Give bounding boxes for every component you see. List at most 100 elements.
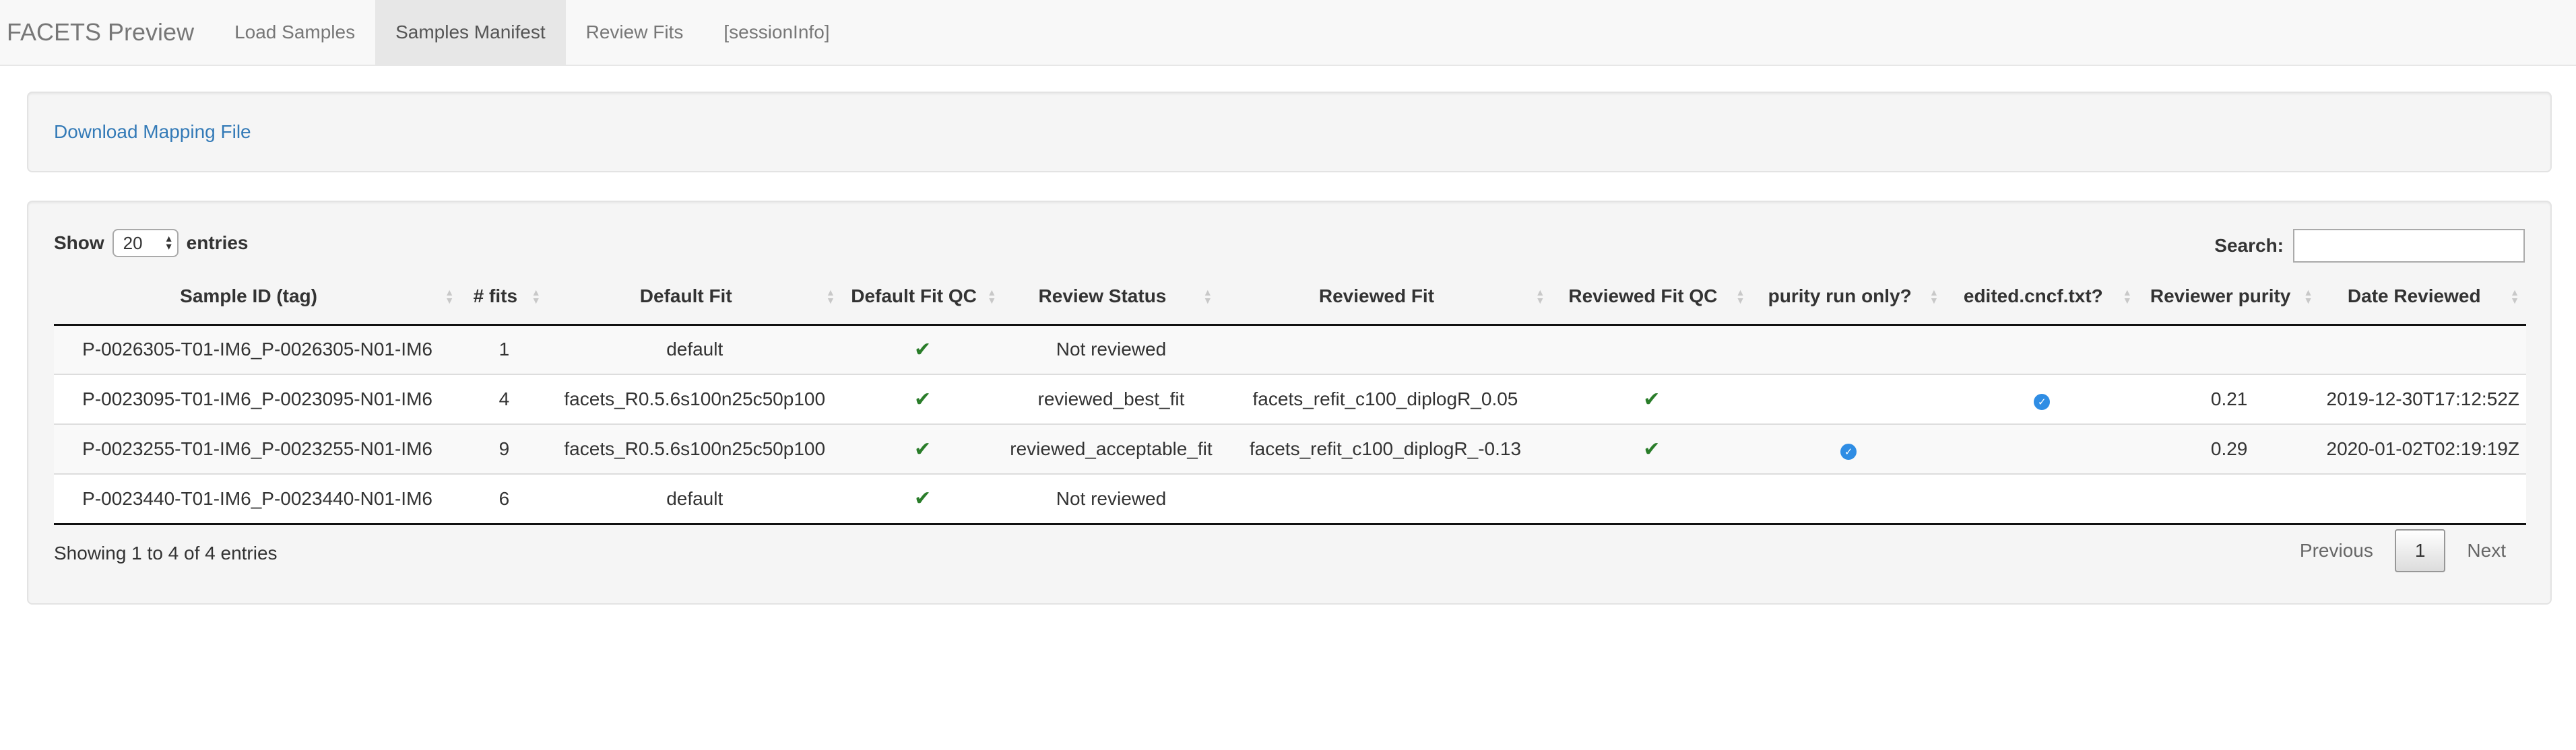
cell-sample-id: P-0026305-T01-IM6_P-0026305-N01-IM6 bbox=[82, 339, 432, 360]
cell-date-reviewed: 2019-12-30T17:12:52Z bbox=[2319, 374, 2526, 424]
entries-label: entries bbox=[186, 232, 249, 253]
blue-circle-check-icon: ✓ bbox=[1840, 444, 1857, 460]
sort-arrows-icon: ▲ ▼ bbox=[445, 287, 455, 306]
table-row[interactable]: P-0023255-T01-IM6_P-0023255-N01-IM6 9 face… bbox=[54, 423, 2526, 474]
cell-default-fit: default bbox=[666, 339, 723, 360]
sort-arrows-icon: ▲ ▼ bbox=[2303, 287, 2313, 306]
column-header-reviewed-fit[interactable]: Reviewed Fit ▲ ▼ bbox=[1219, 269, 1552, 326]
select-arrows-icon: ▴ ▾ bbox=[166, 233, 172, 252]
column-header-review-status[interactable]: Review Status ▲ ▼ bbox=[1003, 269, 1219, 326]
cell-reviewed-fit-qc: ✔ bbox=[1551, 374, 1752, 424]
column-header-date-reviewed[interactable]: Date Reviewed ▲ ▼ bbox=[2319, 269, 2526, 326]
pagination: Previous 1 Next bbox=[2281, 529, 2525, 572]
cell-num-fits: 6 bbox=[461, 473, 548, 525]
cell-edited-cncf bbox=[1945, 473, 2139, 525]
column-header-reviewer-purity[interactable]: Reviewer purity ▲ ▼ bbox=[2138, 269, 2320, 326]
cell-reviewer-purity: 0.21 bbox=[2138, 374, 2320, 424]
table-row[interactable]: P-0023095-T01-IM6_P-0023095-N01-IM6 4 face… bbox=[54, 374, 2526, 424]
cell-date-reviewed: 2020-01-02T02:19:19Z bbox=[2319, 423, 2526, 474]
cell-num-fits: 1 bbox=[498, 339, 510, 360]
blue-circle-check-icon: ✓ bbox=[2034, 394, 2051, 410]
show-label: Show bbox=[54, 232, 104, 253]
cell-reviewer-purity bbox=[2138, 473, 2320, 525]
manifest-table-panel: Show 20 ▴ ▾ entries Search: Sample ID (ta… bbox=[27, 201, 2552, 605]
column-header-reviewed-fit-qc[interactable]: Reviewed Fit QC ▲ ▼ bbox=[1551, 269, 1752, 326]
cell-reviewer-purity: 0.29 bbox=[2138, 423, 2320, 474]
cell-reviewed-fit bbox=[1219, 325, 1552, 374]
cell-num-fits: 9 bbox=[461, 423, 548, 474]
column-header-sample-id[interactable]: Sample ID (tag) ▲ ▼ bbox=[54, 269, 461, 326]
download-mapping-file-link[interactable]: Download Mapping File bbox=[54, 121, 251, 143]
cell-num-fits: 4 bbox=[461, 374, 548, 424]
sort-arrows-icon: ▲ ▼ bbox=[1535, 287, 1545, 306]
cell-review-status: Not reviewed bbox=[1056, 339, 1167, 360]
tab-samples-manifest[interactable]: Samples Manifest bbox=[375, 0, 566, 65]
cell-review-status: reviewed_acceptable_fit bbox=[1003, 423, 1219, 474]
cell-sample-id: P-0023095-T01-IM6_P-0023095-N01-IM6 bbox=[54, 374, 461, 424]
cell-edited-cncf bbox=[1945, 423, 2139, 474]
cell-review-status: reviewed_best_fit bbox=[1003, 374, 1219, 424]
show-entries-control: Show 20 ▴ ▾ entries bbox=[54, 229, 249, 257]
cell-default-fit-qc: ✔ bbox=[842, 325, 1003, 374]
cell-purity-run-only: ✓ bbox=[1751, 423, 1945, 474]
samples-manifest-table: Sample ID (tag) ▲ ▼ # fits ▲ ▼ Default Fit ▲ ▼… bbox=[54, 269, 2526, 525]
tab-review-fits[interactable]: Review Fits bbox=[566, 0, 704, 65]
column-header-num-fits[interactable]: # fits ▲ ▼ bbox=[461, 269, 548, 326]
download-panel: Download Mapping File bbox=[27, 92, 2552, 172]
column-header-default-fit[interactable]: Default Fit ▲ ▼ bbox=[547, 269, 842, 326]
previous-page-button[interactable]: Previous bbox=[2281, 531, 2392, 571]
column-header-purity-run-only[interactable]: purity run only? ▲ ▼ bbox=[1751, 269, 1945, 326]
entries-length-value: 20 bbox=[123, 232, 143, 253]
check-icon: ✔ bbox=[913, 388, 932, 411]
sort-arrows-icon: ▲ ▼ bbox=[531, 287, 541, 306]
table-row[interactable]: P-0026305-T01-IM6_P-0026305-N01-IM6 1 defa… bbox=[54, 325, 2526, 374]
sort-arrows-icon: ▲ ▼ bbox=[1735, 287, 1745, 306]
table-row[interactable]: P-0023440-T01-IM6_P-0023440-N01-IM6 6 defa… bbox=[54, 473, 2526, 525]
cell-reviewer-purity bbox=[2139, 325, 2320, 374]
cell-edited-cncf bbox=[1945, 325, 2139, 374]
table-info: Showing 1 to 4 of 4 entries bbox=[54, 543, 278, 564]
cell-review-status: Not reviewed bbox=[1003, 473, 1219, 525]
sort-arrows-icon: ▲ ▼ bbox=[2122, 287, 2132, 306]
app-brand[interactable]: FACETS Preview bbox=[0, 0, 214, 65]
cell-default-fit-qc: ✔ bbox=[841, 473, 1004, 525]
cell-reviewed-fit-qc bbox=[1551, 325, 1751, 374]
cell-sample-id: P-0023255-T01-IM6_P-0023255-N01-IM6 bbox=[54, 423, 461, 474]
cell-reviewed-fit-qc: ✔ bbox=[1551, 423, 1752, 474]
cell-reviewed-fit bbox=[1219, 473, 1552, 525]
cell-default-fit: default bbox=[547, 473, 842, 525]
search-control: Search: bbox=[2214, 229, 2525, 263]
sort-arrows-icon: ▲ ▼ bbox=[987, 287, 997, 306]
sort-arrows-icon: ▲ ▼ bbox=[826, 287, 835, 306]
cell-purity-run-only bbox=[1751, 325, 1945, 374]
next-page-button[interactable]: Next bbox=[2448, 531, 2525, 571]
sort-arrows-icon: ▲ ▼ bbox=[1929, 287, 1939, 306]
search-input[interactable] bbox=[2293, 229, 2525, 263]
column-header-default-fit-qc[interactable]: Default Fit QC ▲ ▼ bbox=[841, 269, 1004, 326]
cell-purity-run-only bbox=[1751, 473, 1945, 525]
cell-sample-id: P-0023440-T01-IM6_P-0023440-N01-IM6 bbox=[54, 473, 461, 525]
search-label: Search: bbox=[2214, 235, 2284, 256]
cell-default-fit: facets_R0.5.6s100n25c50p100 bbox=[547, 374, 842, 424]
cell-edited-cncf: ✓ bbox=[1945, 374, 2139, 424]
page-1-button[interactable]: 1 bbox=[2394, 529, 2446, 572]
cell-reviewed-fit-qc bbox=[1551, 473, 1752, 525]
check-icon: ✔ bbox=[913, 338, 932, 361]
cell-default-fit-qc: ✔ bbox=[841, 423, 1004, 474]
cell-date-reviewed bbox=[2319, 325, 2526, 374]
cell-default-fit: facets_R0.5.6s100n25c50p100 bbox=[547, 423, 842, 474]
sort-arrows-icon: ▲ ▼ bbox=[2510, 287, 2519, 306]
cell-default-fit-qc: ✔ bbox=[841, 374, 1004, 424]
column-header-edited-cncf[interactable]: edited.cncf.txt? ▲ ▼ bbox=[1945, 269, 2139, 326]
cell-reviewed-fit: facets_refit_c100_diplogR_-0.13 bbox=[1219, 423, 1552, 474]
entries-length-select[interactable]: 20 ▴ ▾ bbox=[112, 229, 179, 257]
check-icon: ✔ bbox=[1643, 438, 1661, 461]
table-header-row: Sample ID (tag) ▲ ▼ # fits ▲ ▼ Default Fit ▲ ▼… bbox=[54, 269, 2526, 326]
check-icon: ✔ bbox=[913, 487, 932, 510]
tab-load-samples[interactable]: Load Samples bbox=[214, 0, 375, 65]
tab-session-info[interactable]: [sessionInfo] bbox=[703, 0, 849, 65]
cell-date-reviewed bbox=[2319, 473, 2526, 525]
cell-purity-run-only bbox=[1751, 374, 1945, 424]
check-icon: ✔ bbox=[1643, 388, 1661, 411]
sort-arrows-icon: ▲ ▼ bbox=[1202, 287, 1213, 306]
